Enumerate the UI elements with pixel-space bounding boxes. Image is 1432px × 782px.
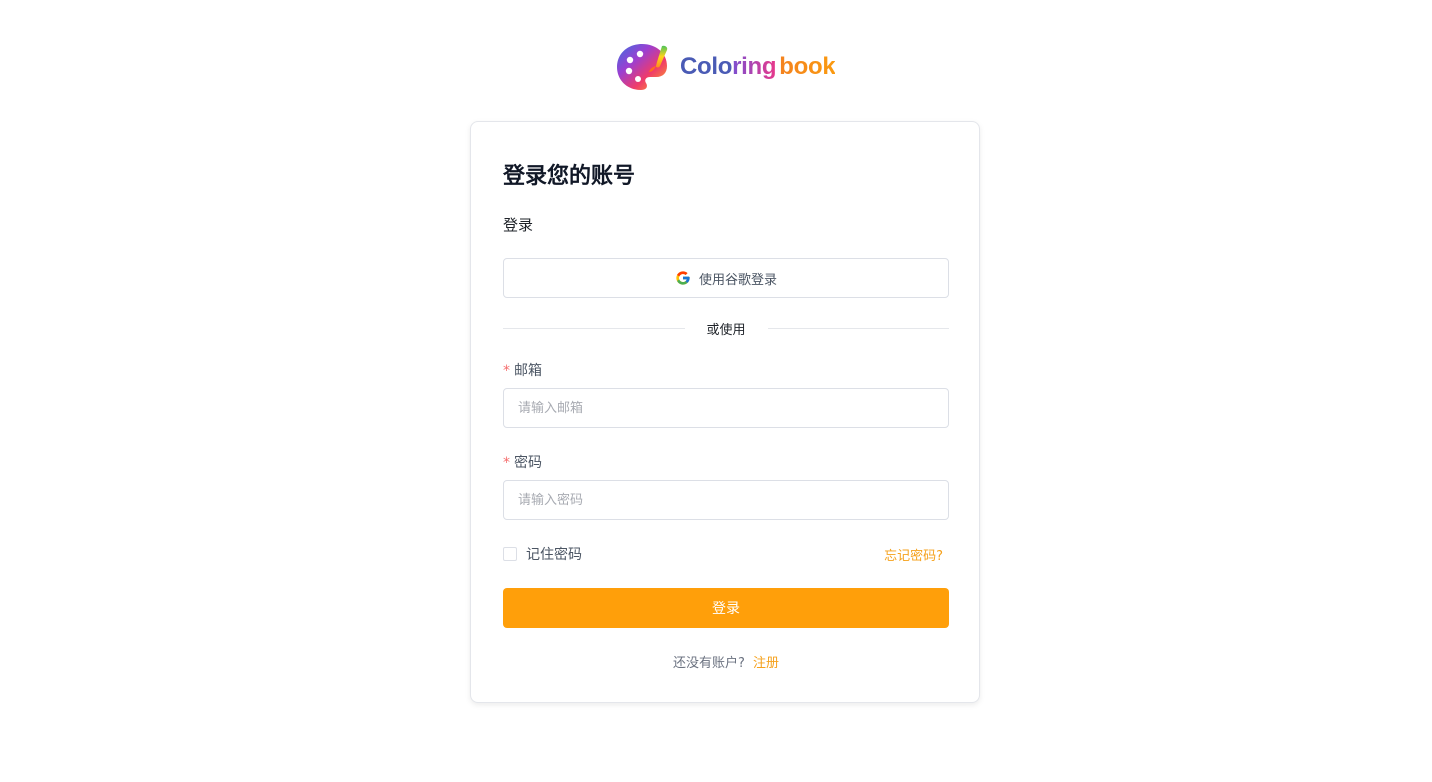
divider-text: 或使用	[706, 322, 746, 338]
divider-line-right	[767, 327, 950, 329]
required-mark: *	[503, 363, 510, 379]
email-input[interactable]	[503, 388, 949, 428]
brand-name-part-2: ring	[732, 53, 777, 80]
palette-icon	[617, 44, 668, 90]
signup-link[interactable]: 注册	[753, 656, 779, 671]
page-title: 登录您的账号	[503, 164, 636, 189]
brand-logo[interactable]: Coloring book	[616, 42, 836, 92]
brand-name-part-1: Colo	[680, 53, 733, 80]
or-divider: 或使用	[503, 318, 950, 338]
brand-name-part-3: book	[779, 53, 836, 80]
login-card: 登录您的账号 登录 使用谷歌登录 或使用 *邮箱 *密码	[470, 121, 980, 703]
google-login-label: 使用谷歌登录	[698, 272, 777, 288]
login-button[interactable]: 登录	[503, 588, 949, 628]
login-subtitle: 登录	[503, 216, 534, 234]
login-page: Coloringbook 登录您的账号 登录 使用谷歌登录 或使用 *邮箱	[0, 0, 1432, 782]
remember-password[interactable]: 记住密码	[503, 544, 582, 564]
email-label: * 邮箱	[503, 360, 542, 380]
password-label: * 密码	[503, 452, 542, 472]
signup-question: 还没有账户?	[673, 656, 745, 671]
remember-label: 记住密码	[526, 547, 582, 563]
email-label-text: 邮箱	[514, 363, 542, 379]
google-login-button[interactable]: 使用谷歌登录	[503, 258, 949, 298]
password-label-text: 密码	[514, 455, 542, 471]
brand-name: Coloring book	[680, 42, 836, 92]
remember-row: 记住密码 忘记密码?	[503, 544, 949, 564]
forgot-password-link[interactable]: 忘记密码?	[884, 545, 943, 564]
remember-checkbox[interactable]	[503, 547, 517, 561]
password-input[interactable]	[503, 480, 949, 520]
signup-row: 还没有账户? 注册	[503, 652, 949, 671]
required-mark: *	[503, 455, 510, 471]
google-icon	[676, 271, 690, 285]
divider-line-left	[503, 327, 685, 329]
